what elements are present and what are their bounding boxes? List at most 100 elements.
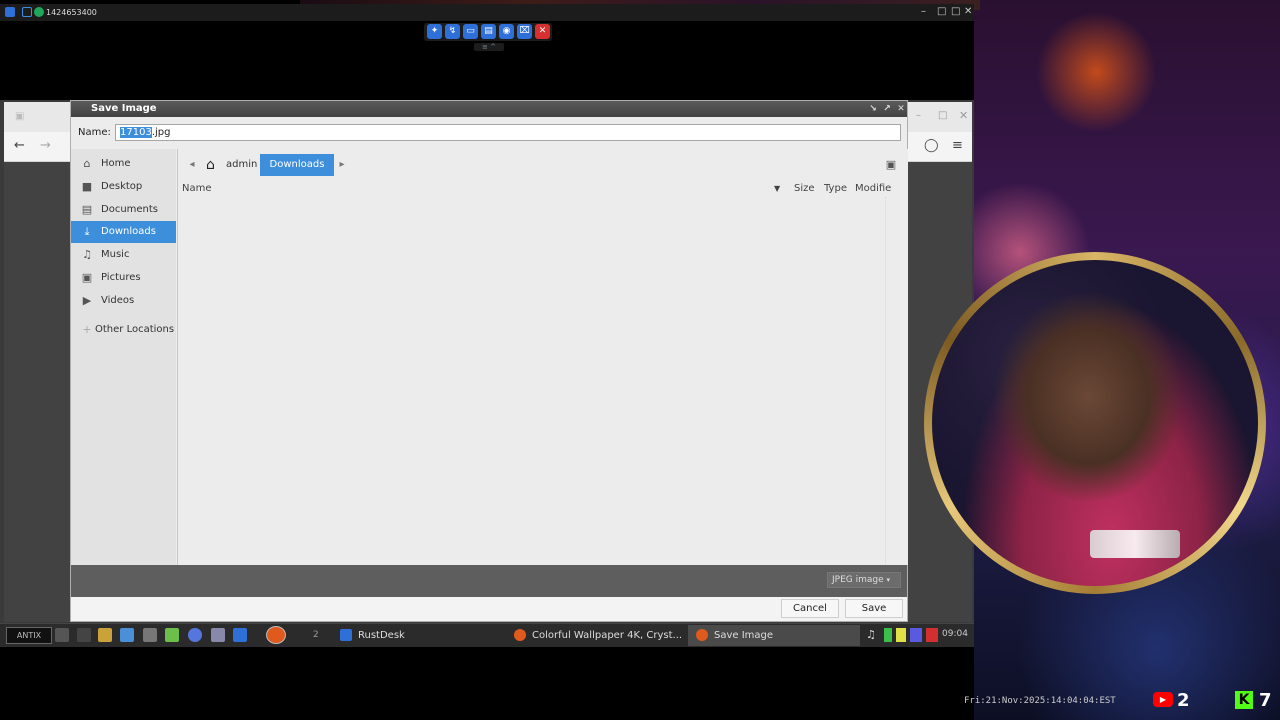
task-rustdesk[interactable]: RustDesk (340, 625, 508, 646)
close-icon[interactable]: ✕ (959, 109, 968, 122)
column-header: Name ▼ Size Type Modifie (178, 179, 908, 197)
timestamp: Fri:21:Nov:2025:14:04:04:EST (964, 696, 1116, 706)
home-icon: ⌂ (83, 157, 91, 170)
path-scroll-right-icon[interactable]: ▸ (336, 154, 348, 176)
task-label: RustDesk (358, 630, 405, 641)
sidebar-item-music[interactable]: ♫ Music (71, 244, 176, 266)
close-icon[interactable]: ✕ (535, 24, 550, 39)
column-size[interactable]: Size (794, 183, 815, 194)
sort-arrow-icon[interactable]: ▼ (774, 184, 780, 193)
sidebar-item-pictures[interactable]: ▣ Pictures (71, 267, 176, 289)
firefox-icon (696, 629, 708, 641)
save-button[interactable]: Save (845, 599, 903, 618)
fullscreen-icon[interactable]: □ (937, 6, 946, 17)
path-bar: ◂ ⌂ admin Downloads ▸ ▣ (178, 149, 908, 179)
minimize-icon[interactable]: ↘ (867, 103, 879, 115)
file-manager-icon[interactable] (98, 628, 112, 642)
path-home-label: admin (226, 159, 258, 170)
task-firefox[interactable]: Colorful Wallpaper 4K, Cryst... (514, 625, 684, 646)
screen: 1424653400 – □ □ ✕ ✦ ↯ ▭ ▤ ◉ ⌧ ✕ ≡ ^ ▣ –… (0, 0, 1280, 720)
session-id: 1424653400 (46, 8, 97, 17)
minimize-icon[interactable]: – (921, 6, 926, 17)
sidebar-item-documents[interactable]: ▤ Documents (71, 199, 176, 221)
cancel-button[interactable]: Cancel (781, 599, 839, 618)
sidebar-item-videos[interactable]: ▶ Videos (71, 290, 176, 312)
volume-icon[interactable]: ♫ (866, 628, 876, 641)
browser-icon[interactable] (188, 628, 202, 642)
column-name[interactable]: Name (182, 183, 212, 194)
start-menu-button[interactable]: ANTIX (6, 627, 52, 644)
settings-icon[interactable] (143, 628, 157, 642)
column-type[interactable]: Type (824, 183, 847, 194)
sidebar-item-label: Documents (101, 204, 159, 215)
close-icon[interactable]: ✕ (895, 103, 907, 115)
sidebar-item-label: Videos (101, 295, 135, 306)
videos-icon: ▶ (82, 294, 92, 307)
rustdesk-toolbar: ✦ ↯ ▭ ▤ ◉ ⌧ ✕ (424, 23, 552, 41)
rustdesk-icon (340, 629, 352, 641)
close-icon[interactable]: ✕ (964, 6, 972, 17)
new-folder-icon[interactable]: ▣ (884, 158, 898, 172)
keyboard-icon[interactable]: ⌧ (517, 24, 532, 39)
extensions-icon[interactable]: ◯ (924, 138, 939, 153)
download-icon: ⤓ (84, 225, 90, 238)
filename-input[interactable]: 17103.jpg (115, 124, 901, 141)
dialog-title: Save Image (91, 103, 157, 114)
forward-icon[interactable]: → (40, 138, 51, 153)
path-button-home[interactable]: ⌂ admin (202, 154, 260, 176)
memory-monitor-icon (896, 628, 906, 642)
app-icon[interactable] (165, 628, 179, 642)
home-icon: ⌂ (206, 157, 215, 173)
pin-icon[interactable]: ✦ (427, 24, 442, 39)
desktop-icon: ■ (81, 180, 93, 193)
tool-icon[interactable] (211, 628, 225, 642)
plus-icon: + (82, 323, 92, 336)
monitor-icon[interactable]: ▭ (463, 24, 478, 39)
folder-icon[interactable] (120, 628, 134, 642)
sidebar-item-other-locations[interactable]: + Other Locations (71, 319, 176, 341)
toolbar-drag-handle[interactable]: ≡ ^ (474, 43, 504, 51)
path-scroll-left-icon[interactable]: ◂ (186, 154, 198, 176)
minimize-icon[interactable]: – (916, 110, 921, 121)
path-button-downloads[interactable]: Downloads (260, 154, 334, 176)
name-row: Name: 17103.jpg (71, 117, 907, 145)
filetype-bar: JPEG image ▾ (71, 565, 907, 597)
maximize-icon[interactable]: □ (951, 6, 960, 17)
filetype-select[interactable]: JPEG image ▾ (827, 572, 901, 588)
sidebar-item-label: Pictures (101, 272, 141, 283)
maximize-icon[interactable]: ↗ (881, 103, 893, 115)
column-modified[interactable]: Modifie (855, 183, 891, 194)
remote-window-titlebar: 1424653400 – □ □ ✕ (0, 4, 974, 21)
firefox-icon (514, 629, 526, 641)
kick-viewer-count: 7 (1259, 690, 1272, 711)
cpu-monitor-icon (884, 628, 892, 642)
dialog-titlebar: Save Image ↘ ↗ ✕ (71, 101, 907, 117)
file-browser: ◂ ⌂ admin Downloads ▸ ▣ Name ▼ Size Type… (177, 149, 908, 565)
sidebar-item-label: Other Locations (95, 324, 175, 335)
sidebar-item-label: Home (101, 158, 131, 169)
sidebar-item-label: Downloads (101, 226, 156, 237)
tab-icon[interactable]: ▣ (15, 111, 24, 122)
workspace-indicator[interactable]: 2 (313, 630, 319, 640)
file-list[interactable] (178, 197, 908, 565)
battery-icon (926, 628, 938, 642)
chat-icon[interactable]: ◉ (499, 24, 514, 39)
firefox-icon[interactable] (266, 626, 286, 644)
file-list-area (178, 197, 886, 565)
terminal-icon[interactable] (55, 628, 69, 642)
window-icon[interactable] (77, 628, 91, 642)
sidebar-item-desktop[interactable]: ■ Desktop (71, 176, 176, 198)
save-image-dialog: Save Image ↘ ↗ ✕ Name: 17103.jpg ⌂ Home … (70, 100, 908, 622)
sidebar-item-home[interactable]: ⌂ Home (71, 153, 176, 175)
taskbar: ANTIX 2 RustDesk Colorful Wallpaper 4K, … (0, 623, 974, 647)
lightning-icon[interactable]: ↯ (445, 24, 460, 39)
maximize-icon[interactable]: □ (938, 110, 947, 121)
youtube-viewer-count: 2 (1177, 690, 1190, 711)
display-icon[interactable]: ▤ (481, 24, 496, 39)
back-icon[interactable]: ← (14, 138, 25, 153)
task-save-image[interactable]: Save Image (688, 625, 860, 646)
youtube-icon: ▶ (1153, 692, 1173, 707)
menu-icon[interactable]: ≡ (952, 138, 963, 153)
rustdesk-icon[interactable] (233, 628, 247, 642)
sidebar-item-downloads[interactable]: ⤓ Downloads (71, 221, 176, 243)
